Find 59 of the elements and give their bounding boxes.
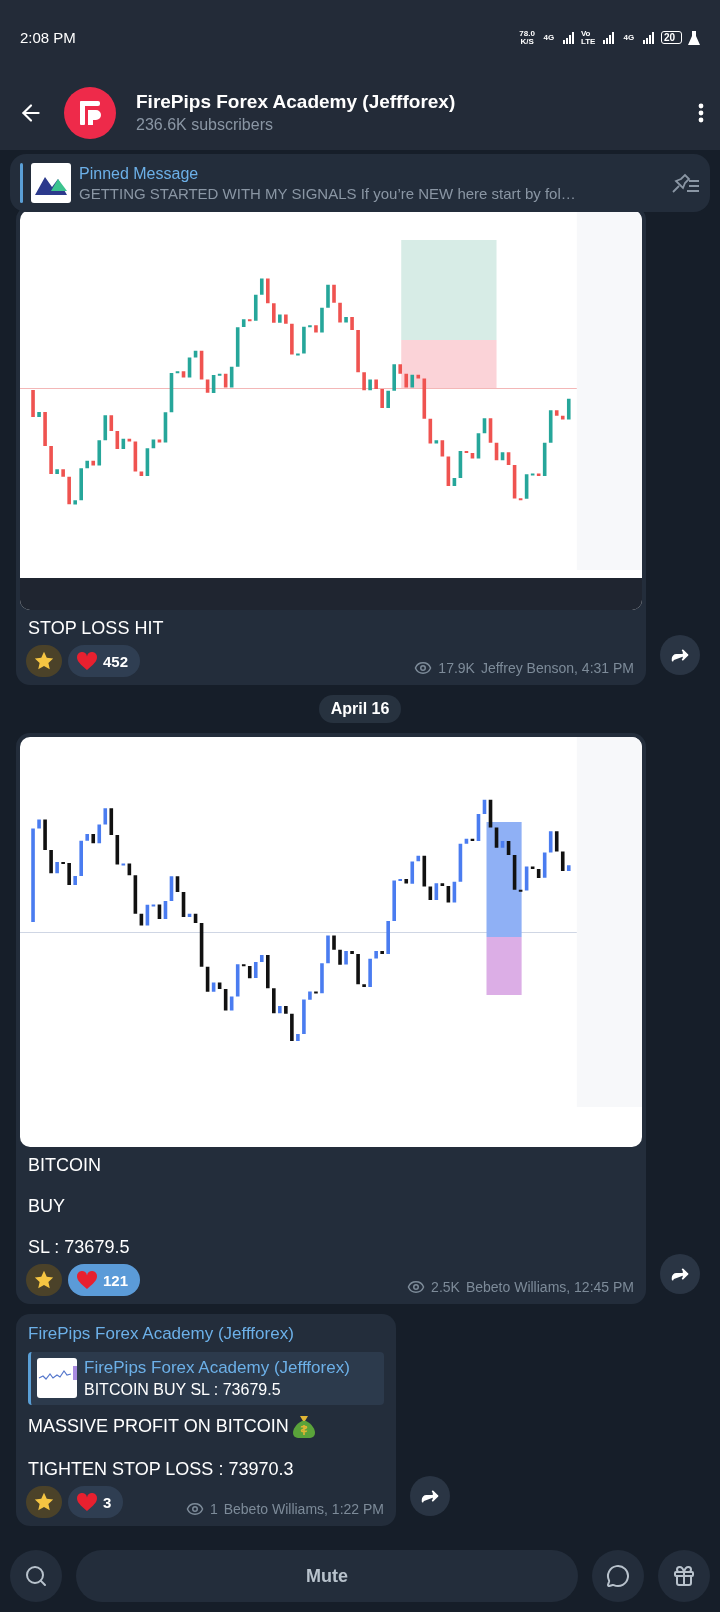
pinned-message-bar[interactable]: Pinned Message GETTING STARTED WITH MY SIGNALS If you’re NEW here start by fol… xyxy=(10,154,710,212)
message-signature: Bebeto Williams, 12:45 PM xyxy=(465,1279,634,1295)
star-reaction[interactable] xyxy=(26,645,62,677)
money-bag-icon xyxy=(290,1413,317,1439)
forward-button[interactable] xyxy=(410,1476,450,1516)
heart-icon xyxy=(76,1492,98,1512)
views-icon xyxy=(185,1500,204,1518)
star-icon xyxy=(33,1491,55,1513)
message-text: STOP LOSS HIT xyxy=(28,618,165,639)
pinned-text: GETTING STARTED WITH MY SIGNALS If you’re NEW here start by fol… xyxy=(79,184,577,202)
star-icon xyxy=(33,650,55,672)
signal-icon xyxy=(602,31,615,44)
comments-button[interactable] xyxy=(592,1550,644,1602)
message-text: TIGHTEN STOP LOSS : 73970.3 xyxy=(28,1459,295,1480)
sender-name: FirePips Forex Academy (Jeffforex) xyxy=(27,1323,295,1344)
gift-icon xyxy=(672,1564,696,1588)
subscriber-count: 236.6K subscribers xyxy=(136,116,274,134)
message-text: BITCOIN xyxy=(28,1155,102,1176)
heart-reaction[interactable]: 3 xyxy=(68,1486,124,1518)
battery-level: 20 xyxy=(660,31,682,44)
message-signature: Jeffrey Benson, 4:31 PM xyxy=(480,660,634,676)
pinned-title: Pinned Message xyxy=(79,164,200,183)
network-label: Vo LTE xyxy=(580,29,597,46)
message-text: BUY xyxy=(28,1196,66,1217)
view-count: 2.5K xyxy=(431,1279,460,1295)
speech-bubble-icon xyxy=(606,1564,630,1588)
signal-icon xyxy=(642,31,655,44)
channel-title: FirePips Forex Academy (Jeffforex) xyxy=(136,91,457,113)
heart-icon xyxy=(76,651,98,671)
view-count: 1 xyxy=(209,1501,218,1517)
pin-list-icon[interactable] xyxy=(670,172,700,194)
view-count: 17.9K xyxy=(438,660,475,676)
status-time: 2:08 PM xyxy=(20,29,76,46)
message-signature: Bebeto Williams, 1:22 PM xyxy=(223,1501,384,1517)
reply-quote[interactable]: FirePips Forex Academy (Jeffforex) BITCOIN BUY SL : 73679.5 xyxy=(28,1352,384,1405)
signal-icon xyxy=(562,31,575,44)
message-text: SL : 73679.5 xyxy=(28,1237,131,1258)
network-label: 4G xyxy=(622,33,636,42)
views-icon xyxy=(407,1278,426,1296)
mute-button[interactable]: Mute xyxy=(76,1550,578,1602)
forward-button[interactable] xyxy=(660,1254,700,1294)
channel-avatar[interactable] xyxy=(64,86,116,139)
flask-icon xyxy=(688,30,700,45)
views-icon xyxy=(414,659,433,677)
menu-icon xyxy=(698,102,704,123)
menu-button[interactable] xyxy=(698,102,704,123)
star-icon xyxy=(33,1269,55,1291)
search-icon xyxy=(24,1564,48,1588)
heart-icon xyxy=(76,1270,98,1290)
forward-button[interactable] xyxy=(660,635,700,675)
network-label: 4G xyxy=(542,33,556,42)
heart-reaction[interactable]: 452 xyxy=(68,645,141,677)
message-text: MASSIVE PROFIT ON BITCOIN xyxy=(28,1415,289,1437)
star-reaction[interactable] xyxy=(26,1486,62,1518)
network-speed: 78.0 K/S xyxy=(519,29,535,46)
date-separator: April 16 xyxy=(318,695,402,723)
gift-button[interactable] xyxy=(658,1550,710,1602)
search-button[interactable] xyxy=(10,1550,62,1602)
star-reaction[interactable] xyxy=(26,1264,62,1296)
